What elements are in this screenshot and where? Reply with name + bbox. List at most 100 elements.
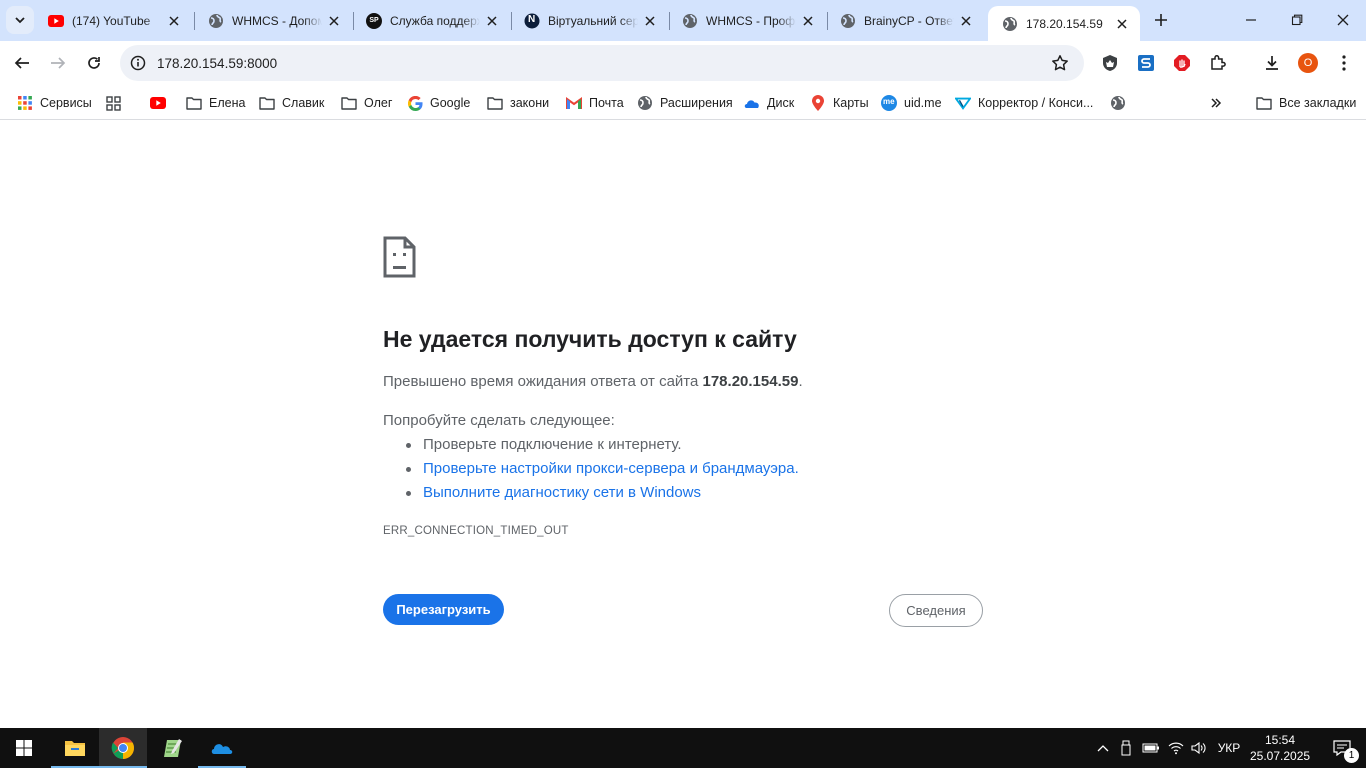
bookmark-uidme[interactable]: me uid.me (881, 91, 942, 115)
all-bookmarks-button[interactable]: Все закладки (1256, 91, 1356, 115)
globe-icon (1002, 16, 1018, 32)
bookmark-maps[interactable]: Карты (810, 91, 869, 115)
url-text[interactable]: 178.20.154.59:8000 (157, 56, 1050, 71)
tab-strip: (174) YouTube WHMCS - Допомога SP Служба… (0, 0, 1366, 41)
minimize-button[interactable] (1228, 0, 1274, 40)
tab-youtube[interactable]: (174) YouTube (34, 0, 192, 41)
reload-button[interactable] (78, 47, 110, 79)
new-tab-button[interactable] (1150, 9, 1172, 31)
action-center-button[interactable]: 1 (1318, 728, 1366, 768)
plus-icon (1154, 13, 1168, 27)
tab-virtual-server[interactable]: N Віртуальний сервер (510, 0, 668, 41)
tab-whmcs-profile[interactable]: WHMCS - Профіль (668, 0, 826, 41)
globe-icon (637, 95, 653, 111)
menu-button[interactable] (1331, 50, 1357, 76)
bookmark-label: Елена (209, 96, 246, 110)
gmail-icon (566, 95, 582, 111)
reload-icon (86, 55, 102, 71)
forward-button[interactable] (42, 47, 74, 79)
windows-logo-icon (16, 740, 32, 756)
extensions-button[interactable] (1205, 50, 1231, 76)
extension-shield-button[interactable] (1097, 50, 1123, 76)
close-icon (1337, 14, 1349, 26)
close-icon[interactable] (1114, 16, 1130, 32)
bookmark-folder-elena[interactable]: Елена (186, 91, 245, 115)
tab-title: 178.20.154.59 (1026, 16, 1103, 31)
bookmark-youtube[interactable] (150, 91, 173, 115)
tray-show-hidden-button[interactable] (1094, 728, 1112, 768)
tab-active-error[interactable]: 178.20.154.59 (988, 6, 1140, 41)
clock-date: 25.07.2025 (1250, 749, 1311, 763)
close-icon[interactable] (166, 13, 182, 29)
bookmark-globe[interactable] (1110, 91, 1133, 115)
profile-button[interactable]: O (1295, 50, 1321, 76)
start-button[interactable] (0, 728, 48, 768)
bookmark-label: Расширения (660, 96, 733, 110)
bookmark-label: Все закладки (1279, 96, 1357, 110)
bookmark-google[interactable]: Google (407, 91, 470, 115)
suggestion-proxy-firewall-link[interactable]: Проверьте настройки прокси-сервера и бра… (383, 460, 799, 484)
folder-explorer-icon (64, 739, 86, 757)
suggestions-heading: Попробуйте сделать следующее: (383, 412, 615, 429)
bookmark-folder-laws[interactable]: закони (487, 91, 549, 115)
tray-language-button[interactable]: УКР (1212, 728, 1246, 768)
chrome-icon (111, 736, 135, 760)
tray-clock[interactable]: 15:54 25.07.2025 (1250, 732, 1310, 764)
restore-icon (1291, 14, 1303, 26)
taskbar-onedrive[interactable] (198, 728, 246, 768)
details-button[interactable]: Сведения (889, 594, 983, 627)
bookmark-folder-oleg[interactable]: Олег (341, 91, 392, 115)
extension-s-button[interactable] (1133, 50, 1159, 76)
tab-search-button[interactable] (6, 6, 34, 34)
close-icon[interactable] (484, 13, 500, 29)
tray-battery-button[interactable] (1141, 728, 1161, 768)
bookmark-apps[interactable] (105, 91, 128, 115)
sad-page-icon (383, 236, 416, 278)
tab-title: WHMCS - Профіль (706, 13, 796, 28)
suggestion-network-diagnostics-link[interactable]: Выполните диагностику сети в Windows (383, 484, 799, 508)
bookmark-label: Карты (833, 96, 869, 110)
bookmark-folder-slavik[interactable]: Славик (259, 91, 324, 115)
bookmark-services[interactable]: Сервисы (17, 91, 92, 115)
bookmark-label: Сервисы (40, 96, 92, 110)
page-content: Не удается получить доступ к сайту Превы… (0, 121, 1366, 728)
bookmark-label: Славик (282, 96, 325, 110)
error-title: Не удается получить доступ к сайту (383, 326, 797, 352)
tab-brainycp[interactable]: BrainyCP - Ответы (826, 0, 984, 41)
battery-icon (1142, 742, 1160, 754)
address-bar[interactable]: 178.20.154.59:8000 (120, 45, 1084, 81)
close-icon[interactable] (958, 13, 974, 29)
bookmark-mail[interactable]: Почта (566, 91, 624, 115)
bookmark-disk[interactable]: Диск (744, 91, 794, 115)
tab-title: Віртуальний сервер (548, 13, 638, 28)
bookmark-extensions[interactable]: Расширения (637, 91, 733, 115)
tab-whmcs-help[interactable]: WHMCS - Допомога (194, 0, 352, 41)
reload-page-button[interactable]: Перезагрузить (383, 594, 504, 625)
close-icon[interactable] (326, 13, 342, 29)
tray-network-button[interactable] (1166, 728, 1186, 768)
close-icon[interactable] (642, 13, 658, 29)
suggestions-list: Проверьте подключение к интернету. Прове… (383, 436, 799, 508)
bookmarks-overflow-button[interactable] (1208, 91, 1231, 115)
error-description: Превышено время ожидания ответа от сайта… (383, 373, 803, 390)
extension-adblock-button[interactable] (1169, 50, 1195, 76)
bookmark-label: uid.me (904, 96, 942, 110)
tab-support[interactable]: SP Служба поддержки (352, 0, 510, 41)
close-window-button[interactable] (1320, 0, 1366, 40)
corrector-icon (955, 95, 971, 111)
notification-badge: 1 (1344, 748, 1359, 763)
restore-button[interactable] (1274, 0, 1320, 40)
bookmark-corrector[interactable]: Корректор / Конси... (955, 91, 1093, 115)
chevron-down-icon (14, 14, 26, 26)
bookmark-label: закони (510, 96, 550, 110)
bookmark-star-icon[interactable] (1050, 53, 1070, 73)
taskbar-chrome[interactable] (99, 728, 147, 768)
downloads-button[interactable] (1259, 50, 1285, 76)
back-button[interactable] (6, 47, 38, 79)
taskbar-file-explorer[interactable] (51, 728, 99, 768)
site-info-icon[interactable] (129, 54, 147, 72)
tray-volume-button[interactable] (1189, 728, 1209, 768)
close-icon[interactable] (800, 13, 816, 29)
taskbar-notepad[interactable] (149, 728, 197, 768)
tray-usb-button[interactable] (1118, 728, 1134, 768)
